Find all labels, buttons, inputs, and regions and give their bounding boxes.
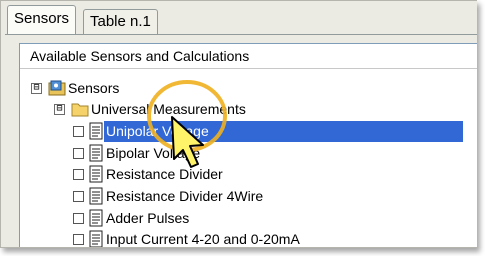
tree-item-adder-pulses[interactable]: Adder Pulses — [20, 208, 320, 229]
sensors-panel: Available Sensors and Calculations ⊟ Sen… — [19, 43, 477, 247]
sensor-tree: ⊟ Sensors ⊟ Universal Measurements Unipo… — [20, 72, 477, 247]
collapse-icon[interactable]: ⊟ — [54, 104, 65, 115]
checkbox[interactable] — [73, 213, 84, 224]
collapse-icon[interactable]: ⊟ — [31, 83, 42, 94]
tree-label-resistance-divider-4wire: Resistance Divider 4Wire — [106, 188, 264, 204]
tree-item-input-current[interactable]: Input Current 4-20 and 0-20mA — [20, 229, 420, 247]
tab-table-n1[interactable]: Table n.1 — [83, 9, 158, 34]
tab-sensors[interactable]: Sensors — [7, 5, 77, 34]
checkbox[interactable] — [73, 169, 84, 180]
panel-title: Available Sensors and Calculations — [20, 44, 477, 69]
checkbox[interactable] — [73, 234, 84, 245]
checkbox[interactable] — [73, 191, 84, 202]
tree-label-input-current: Input Current 4-20 and 0-20mA — [106, 231, 300, 247]
tree-item-resistance-divider-4wire[interactable]: Resistance Divider 4Wire — [20, 186, 320, 207]
tabstrip-divider — [5, 34, 477, 35]
highlight-cursor-icon — [147, 80, 227, 168]
tree-label-adder-pulses: Adder Pulses — [106, 210, 190, 226]
tree-item-unipolar-voltage[interactable]: Unipolar Voltage — [20, 121, 465, 142]
document-icon — [89, 230, 103, 247]
checkbox[interactable] — [73, 126, 84, 137]
tree-label-sensors: Sensors — [68, 80, 120, 96]
checkbox[interactable] — [73, 148, 84, 159]
